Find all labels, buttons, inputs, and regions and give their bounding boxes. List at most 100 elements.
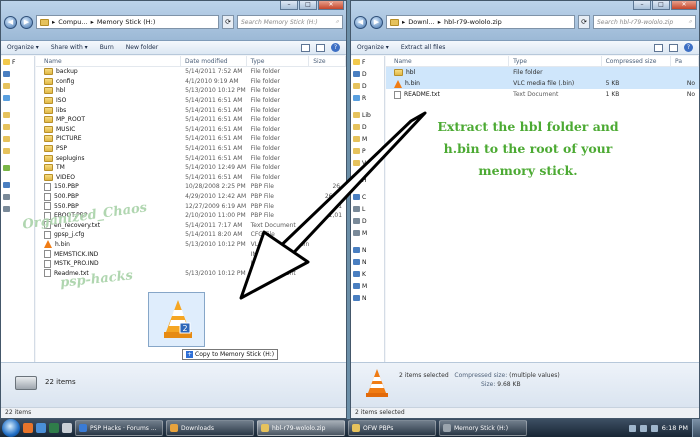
preview-pane-icon[interactable] (669, 43, 678, 52)
nav-item[interactable]: P (351, 145, 384, 157)
file-row[interactable]: TM 5/14/2010 12:49 AM File folder (36, 163, 346, 173)
nav-item[interactable] (1, 68, 34, 80)
nav-item[interactable]: D (351, 68, 384, 80)
tray-icon[interactable] (628, 424, 636, 432)
file-row[interactable]: gpsp_j.cfg 5/14/2011 8:20 AM CFG File (36, 230, 346, 240)
view-options-icon[interactable] (654, 43, 663, 52)
refresh-button[interactable]: ⟳ (578, 15, 590, 29)
file-row[interactable]: hbl 5/13/2010 10:12 PM File folder (36, 86, 346, 96)
navigation-pane[interactable]: F D D R Lib D M P V H C L D M N N K M N (351, 56, 385, 362)
nav-item[interactable] (1, 133, 34, 145)
file-row[interactable]: ISO 5/14/2011 6:51 AM File folder (36, 96, 346, 106)
column-password[interactable]: Pa (671, 56, 699, 67)
taskbar-button[interactable]: Downloads (166, 420, 254, 436)
help-icon[interactable]: ? (331, 43, 340, 52)
nav-item[interactable] (1, 191, 34, 203)
breadcrumb-computer[interactable]: Compu... (58, 18, 87, 26)
nav-item[interactable]: D (351, 80, 384, 92)
nav-item[interactable]: N (351, 244, 384, 256)
breadcrumb-memory-stick[interactable]: Memory Stick (H:) (97, 18, 156, 26)
extract-all-files-button[interactable]: Extract all files (401, 44, 446, 51)
nav-item[interactable]: V (351, 157, 384, 169)
app-icon[interactable] (62, 423, 72, 433)
address-bar[interactable]: ▸ Compu... ▸ Memory Stick (H:) (36, 15, 219, 29)
file-row[interactable]: README.txt Text Document 1 KB No (386, 89, 699, 100)
file-row[interactable]: 500.PBP 4/29/2010 12:42 AM PBP File 26,47 (36, 192, 346, 202)
firefox-icon[interactable] (23, 423, 33, 433)
column-compressed-size[interactable]: Compressed size (602, 56, 671, 67)
help-icon[interactable]: ? (684, 43, 693, 52)
file-row[interactable]: config 4/1/2010 9:19 AM File folder (36, 77, 346, 87)
taskbar-button[interactable]: PSP Hacks · Forums ... (75, 420, 163, 436)
nav-item[interactable]: H (351, 174, 384, 186)
volume-icon[interactable] (650, 424, 658, 432)
nav-item[interactable]: F (351, 56, 384, 68)
organize-button[interactable]: Organize ▾ (7, 44, 39, 51)
taskbar-button[interactable]: Memory Stick (H:) (439, 420, 527, 436)
file-row[interactable]: h.bin 5/13/2010 10:12 PM VLC media file (.… (36, 240, 346, 250)
column-type[interactable]: Type (509, 56, 602, 67)
refresh-button[interactable]: ⟳ (222, 15, 234, 29)
file-row[interactable]: h.bin VLC media file (.bin) 5 KB No (386, 78, 699, 89)
nav-item[interactable]: N (351, 292, 384, 304)
minimize-button[interactable]: – (633, 1, 651, 10)
file-row[interactable]: hbl File folder (386, 67, 699, 78)
share-with-button[interactable]: Share with ▾ (51, 44, 88, 51)
breadcrumb-zip[interactable]: hbl-r79-wololo.zip (444, 18, 502, 26)
file-row[interactable]: PICTURE 5/14/2011 6:51 AM File folder (36, 134, 346, 144)
close-button[interactable]: ✕ (671, 1, 697, 10)
ie-icon[interactable] (36, 423, 46, 433)
nav-item[interactable] (1, 109, 34, 121)
forward-button[interactable]: ▶ (370, 15, 383, 29)
taskbar-button[interactable]: OFW PBPs (348, 420, 436, 436)
search-input[interactable]: Search Memory Stick (H:) ⌕ (237, 15, 343, 29)
back-button[interactable]: ◀ (4, 15, 17, 29)
navigation-pane[interactable]: F (1, 56, 35, 362)
nav-item[interactable]: C (351, 191, 384, 203)
new-folder-button[interactable]: New folder (126, 44, 158, 51)
file-row[interactable]: backup 5/14/2011 7:52 AM File folder (36, 67, 346, 77)
back-button[interactable]: ◀ (354, 15, 367, 29)
address-bar[interactable]: ▸ Downl... ▸ hbl-r79-wololo.zip (386, 15, 575, 29)
file-row[interactable]: VIDEO 5/14/2011 6:51 AM File folder (36, 173, 346, 183)
nav-item[interactable] (1, 203, 34, 215)
nav-item[interactable]: F (1, 56, 34, 68)
column-size[interactable]: Size (309, 56, 346, 67)
start-button[interactable] (2, 419, 20, 437)
nav-item[interactable]: R (351, 92, 384, 104)
network-icon[interactable] (639, 424, 647, 432)
column-date-modified[interactable]: Date modified (181, 56, 247, 67)
explorer-window-zip[interactable]: – □ ✕ ◀ ▶ ▸ Downl... ▸ hbl-r79-wololo.zi… (350, 0, 700, 419)
file-row[interactable]: 150.PBP 10/28/2008 2:25 PM PBP File 26, (36, 182, 346, 192)
forward-button[interactable]: ▶ (20, 15, 33, 29)
nav-item[interactable]: D (351, 215, 384, 227)
show-desktop-button[interactable] (692, 419, 700, 437)
column-name[interactable]: Name (386, 56, 510, 67)
nav-item[interactable]: L (351, 203, 384, 215)
file-list[interactable]: Name Type Compressed size Pa hbl File fol… (386, 56, 699, 362)
view-options-icon[interactable] (301, 43, 310, 52)
nav-item[interactable]: M (351, 133, 384, 145)
preview-pane-icon[interactable] (316, 43, 325, 52)
breadcrumb-downloads[interactable]: Downl... (408, 18, 434, 26)
nav-item[interactable]: Lib (351, 109, 384, 121)
nav-item[interactable] (1, 145, 34, 157)
minimize-button[interactable]: – (280, 1, 298, 10)
nav-item[interactable]: K (351, 268, 384, 280)
file-row[interactable]: MP_ROOT 5/14/2011 6:51 AM File folder (36, 115, 346, 125)
maximize-button[interactable]: □ (652, 1, 670, 10)
taskbar-button[interactable]: hbl-r79-wololo.zip (257, 420, 345, 436)
column-name[interactable]: Name (36, 56, 182, 67)
file-row[interactable]: MSTK_PRO.IND IND File (36, 259, 346, 269)
file-row[interactable]: MEMSTICK.IND IND File (36, 249, 346, 259)
organize-button[interactable]: Organize ▾ (357, 44, 389, 51)
file-row[interactable]: libs 5/14/2011 6:51 AM File folder (36, 105, 346, 115)
nav-item[interactable]: M (351, 227, 384, 239)
nav-item[interactable]: M (351, 280, 384, 292)
file-row[interactable]: PSP 5/14/2011 6:51 AM File folder (36, 144, 346, 154)
burn-button[interactable]: Burn (100, 44, 114, 51)
nav-item[interactable] (1, 92, 34, 104)
file-row[interactable]: seplugins 5/14/2011 6:51 AM File folder (36, 153, 346, 163)
close-button[interactable]: ✕ (318, 1, 344, 10)
title-bar[interactable]: – □ ✕ ◀ ▶ ▸ Compu... ▸ Memory Stick (H:)… (1, 1, 346, 41)
